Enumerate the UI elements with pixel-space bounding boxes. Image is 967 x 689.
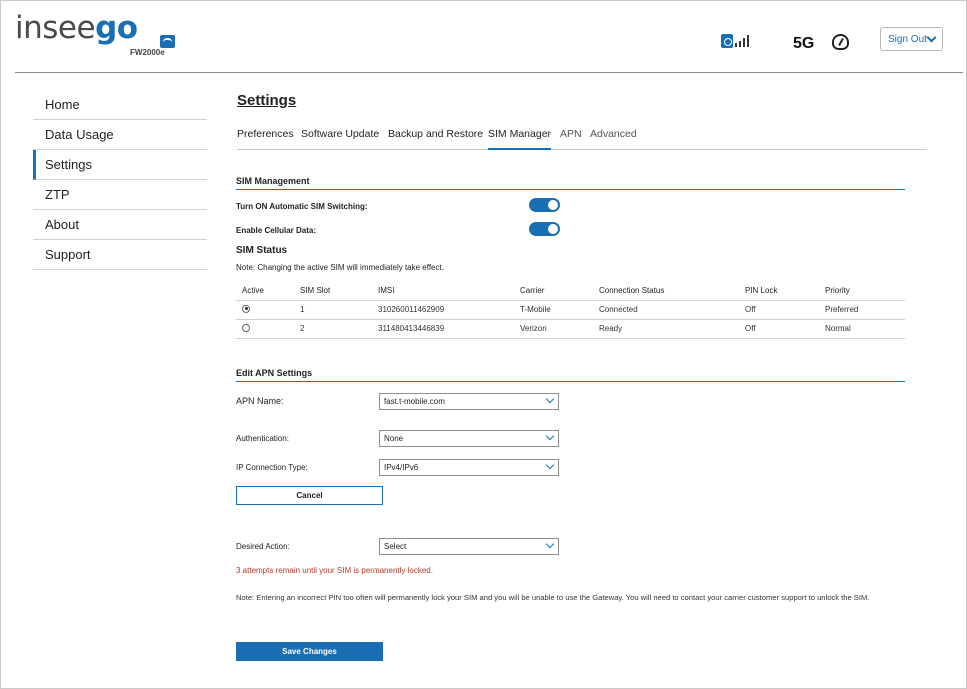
tab-apn[interactable]: APN — [560, 128, 582, 150]
settings-tabs: Preferences Software Update Backup and R… — [237, 128, 927, 150]
col-carrier: Carrier — [520, 281, 599, 301]
inseego-logo: inseego — [15, 10, 138, 46]
sidebar-item-support[interactable]: Support — [33, 240, 207, 270]
authentication-label: Authentication: — [236, 434, 289, 443]
ip-connection-type-value: IPv4/IPv6 — [384, 463, 419, 472]
col-connection-status: Connection Status — [599, 281, 745, 301]
auto-switch-toggle[interactable] — [529, 198, 560, 212]
sidebar-item-about[interactable]: About — [33, 210, 207, 240]
sidebar-nav: Home Data Usage Settings ZTP About Suppo… — [33, 90, 207, 270]
sidebar-item-home[interactable]: Home — [33, 90, 207, 120]
sidebar-item-ztp[interactable]: ZTP — [33, 180, 207, 210]
col-sim-slot: SIM Slot — [300, 281, 378, 301]
tab-software-update[interactable]: Software Update — [301, 128, 379, 150]
tab-advanced[interactable]: Advanced — [590, 128, 637, 150]
section-divider — [236, 189, 905, 190]
edit-apn-title: Edit APN Settings — [236, 368, 313, 378]
table-row: 2 311480413446839 Verizon Ready Off Norm… — [236, 319, 905, 339]
chevron-down-icon — [545, 431, 555, 441]
desired-action-label: Desired Action: — [236, 542, 290, 551]
cellular-data-label: Enable Cellular Data: — [236, 226, 317, 235]
tab-preferences[interactable]: Preferences — [237, 128, 294, 150]
table-header: Active SIM Slot IMSI Carrier Connection … — [236, 281, 905, 301]
sidebar-item-settings[interactable]: Settings — [33, 150, 207, 180]
sim-pin-lock: Off — [745, 319, 825, 339]
sim-priority: Preferred — [825, 300, 905, 320]
header-divider — [15, 72, 963, 73]
tab-sim-manager[interactable]: SIM Manager — [488, 128, 552, 150]
sim-2-active-radio[interactable] — [242, 323, 250, 332]
page-title: Settings — [237, 92, 297, 109]
col-priority: Priority — [825, 281, 905, 301]
ip-connection-type-label: IP Connection Type: — [236, 463, 308, 472]
authentication-value: None — [384, 434, 404, 443]
sim-imsi: 311480413446839 — [378, 319, 520, 339]
sim-priority: Normal — [825, 319, 905, 339]
chevron-down-icon — [545, 539, 555, 549]
chevron-down-icon — [926, 32, 937, 43]
sim-status-table: Active SIM Slot IMSI Carrier Connection … — [236, 281, 905, 339]
network-type: 5G — [793, 35, 815, 52]
cancel-button[interactable]: Cancel — [236, 486, 383, 505]
pin-attempts-warning: 3 attempts remain until your SIM is perm… — [236, 566, 433, 575]
model-name: FW2000e — [130, 48, 165, 57]
sim-carrier: Verizon — [520, 319, 599, 339]
chevron-down-icon — [545, 394, 555, 404]
pin-lock-note: Note: Entering an incorrect PIN too ofte… — [236, 593, 870, 602]
ip-connection-type-select[interactable]: IPv4/IPv6 — [379, 459, 559, 476]
sim-slot: 2 — [300, 319, 378, 339]
table-row: 1 310260011462909 T-Mobile Connected Off… — [236, 300, 905, 320]
sim-connection-status: Ready — [599, 319, 745, 339]
sim-1-active-radio[interactable] — [242, 304, 250, 313]
speedtest-icon[interactable] — [832, 34, 849, 50]
apn-name-label: APN Name: — [236, 396, 284, 406]
tab-backup-restore[interactable]: Backup and Restore — [388, 128, 483, 150]
sim-slot: 1 — [300, 300, 378, 320]
sidebar-item-data-usage[interactable]: Data Usage — [33, 120, 207, 150]
sign-out-label: Sign Out — [888, 33, 927, 45]
sim-connection-status: Connected — [599, 300, 745, 320]
sim-status-icon — [721, 34, 733, 48]
sim-carrier: T-Mobile — [520, 300, 599, 320]
col-active: Active — [236, 281, 300, 301]
sim-pin-lock: Off — [745, 300, 825, 320]
desired-action-select[interactable]: Select — [379, 538, 559, 555]
router-badge-icon — [160, 35, 175, 48]
desired-action-value: Select — [384, 542, 407, 551]
apn-name-value: fast.t-mobile.com — [384, 397, 445, 406]
sign-out-button[interactable]: Sign Out — [880, 27, 943, 51]
signal-strength-icon — [735, 35, 751, 47]
col-imsi: IMSI — [378, 281, 520, 301]
section-divider — [236, 381, 905, 382]
col-pin-lock: PIN Lock — [745, 281, 825, 301]
save-changes-button[interactable]: Save Changes — [236, 642, 383, 661]
auto-switch-label: Turn ON Automatic SIM Switching: — [236, 202, 368, 211]
sim-status-title: SIM Status — [236, 245, 288, 256]
apn-name-select[interactable]: fast.t-mobile.com — [379, 393, 559, 410]
chevron-down-icon — [545, 460, 555, 470]
sim-status-note: Note: Changing the active SIM will immed… — [236, 263, 444, 272]
sim-management-title: SIM Management — [236, 176, 310, 186]
authentication-select[interactable]: None — [379, 430, 559, 447]
cellular-data-toggle[interactable] — [529, 222, 560, 236]
sim-imsi: 310260011462909 — [378, 300, 520, 320]
